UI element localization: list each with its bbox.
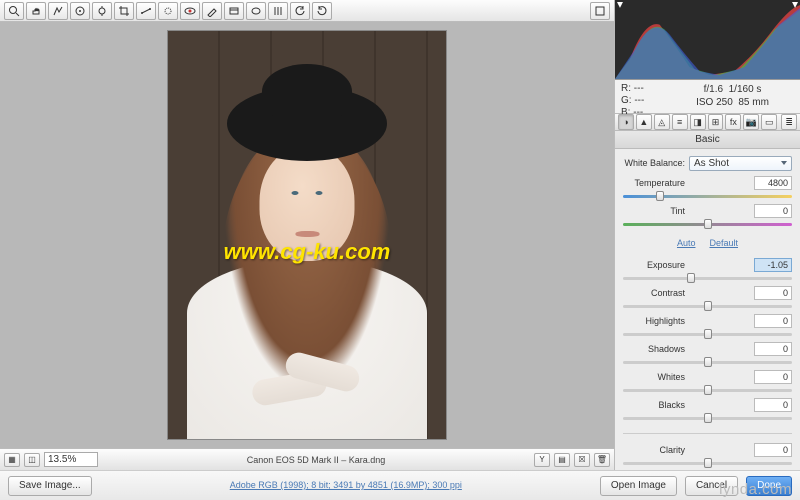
image-canvas[interactable]: www.cg-ku.com <box>0 22 614 448</box>
radial-filter-icon[interactable] <box>246 2 266 20</box>
delete-icon[interactable]: 🗑 <box>594 453 610 467</box>
graduated-filter-icon[interactable] <box>224 2 244 20</box>
white-balance-tool-icon[interactable] <box>48 2 68 20</box>
slider-contrast[interactable] <box>623 299 792 313</box>
panel-tabs: ◑ ▲ ◬ ≡ ◨ ⊞ fx 📷 ▭ ≣ <box>615 114 800 131</box>
tab-curve-icon[interactable]: ▲ <box>636 114 652 130</box>
slider-value[interactable]: 0 <box>754 204 792 218</box>
slider-label: Exposure <box>623 260 685 270</box>
slider-value[interactable]: 0 <box>754 443 792 457</box>
white-balance-select[interactable]: As Shot <box>689 156 792 171</box>
top-toolbar <box>0 0 614 22</box>
default-link[interactable]: Default <box>709 238 738 248</box>
save-image-button[interactable]: Save Image... <box>8 476 92 496</box>
filter-y-icon[interactable]: Y <box>534 453 550 467</box>
crop-tool-icon[interactable] <box>114 2 134 20</box>
mark-select-icon[interactable] <box>590 2 610 20</box>
auto-link[interactable]: Auto <box>677 238 696 248</box>
tab-detail-icon[interactable]: ◬ <box>654 114 670 130</box>
open-image-button[interactable]: Open Image <box>600 476 677 496</box>
histogram[interactable] <box>615 0 800 80</box>
adjustment-brush-icon[interactable] <box>202 2 222 20</box>
slider-exposure[interactable] <box>623 271 792 285</box>
slider-label: Blacks <box>623 400 685 410</box>
filter-x-icon[interactable]: ☒ <box>574 453 590 467</box>
slider-value[interactable]: 0 <box>754 342 792 356</box>
straighten-tool-icon[interactable] <box>136 2 156 20</box>
slider-value[interactable]: 0 <box>754 314 792 328</box>
tab-presets-icon[interactable]: ▭ <box>761 114 777 130</box>
filmstrip-toggle-icon[interactable]: ▦ <box>4 453 20 467</box>
red-eye-tool-icon[interactable] <box>180 2 200 20</box>
slider-shadows[interactable] <box>623 355 792 369</box>
color-sampler-tool-icon[interactable] <box>70 2 90 20</box>
slider-tint[interactable] <box>623 217 792 231</box>
rotate-cw-icon[interactable] <box>312 2 332 20</box>
camera-filename-label: Canon EOS 5D Mark II – Kara.dng <box>102 455 530 465</box>
workflow-options-link[interactable]: Adobe RGB (1998); 8 bit; 3491 by 4851 (1… <box>230 480 462 490</box>
filter-grid-icon[interactable]: ▤ <box>554 453 570 467</box>
rgb-readout: R: --- G: --- B: --- f/1.6 1/160 s ISO 2… <box>615 80 800 114</box>
zoom-level-select[interactable]: 13.5% <box>44 452 98 467</box>
spot-removal-tool-icon[interactable] <box>158 2 178 20</box>
slider-temperature[interactable] <box>623 189 792 203</box>
rotate-ccw-icon[interactable] <box>290 2 310 20</box>
hand-tool-icon[interactable] <box>26 2 46 20</box>
tab-lens-icon[interactable]: ⊞ <box>708 114 724 130</box>
watermark-text: www.cg-ku.com <box>224 239 391 265</box>
brand-watermark: lynda.com <box>719 481 792 498</box>
panel-menu-icon[interactable]: ≣ <box>781 114 797 130</box>
tab-fx-icon[interactable]: fx <box>725 114 741 130</box>
slider-value[interactable]: 0 <box>754 398 792 412</box>
slider-label: Shadows <box>623 344 685 354</box>
slider-label: Clarity <box>623 445 685 455</box>
slider-value[interactable]: 0 <box>754 370 792 384</box>
tab-basic-icon[interactable]: ◑ <box>618 114 634 130</box>
slider-value[interactable]: -1.05 <box>754 258 792 272</box>
slider-blacks[interactable] <box>623 411 792 425</box>
slider-whites[interactable] <box>623 383 792 397</box>
slider-label: Tint <box>623 206 685 216</box>
compare-toggle-icon[interactable]: ◫ <box>24 453 40 467</box>
slider-label: Whites <box>623 372 685 382</box>
basic-panel-header: Basic <box>615 131 800 149</box>
slider-label: Contrast <box>623 288 685 298</box>
tab-hsl-icon[interactable]: ≡ <box>672 114 688 130</box>
zoom-tool-icon[interactable] <box>4 2 24 20</box>
tab-camera-icon[interactable]: 📷 <box>743 114 759 130</box>
bottom-toolbar: ▦ ◫ 13.5% Canon EOS 5D Mark II – Kara.dn… <box>0 448 614 470</box>
target-adjust-tool-icon[interactable] <box>92 2 112 20</box>
slider-label: Temperature <box>623 178 685 188</box>
wb-label: White Balance: <box>623 158 685 168</box>
preferences-icon[interactable] <box>268 2 288 20</box>
slider-label: Highlights <box>623 316 685 326</box>
basic-panel: White Balance: As Shot Temperature 4800 T… <box>615 149 800 470</box>
preview-image <box>167 30 447 440</box>
tab-split-icon[interactable]: ◨ <box>690 114 706 130</box>
dialog-footer: Save Image... Adobe RGB (1998); 8 bit; 3… <box>0 470 800 500</box>
slider-value[interactable]: 4800 <box>754 176 792 190</box>
slider-highlights[interactable] <box>623 327 792 341</box>
slider-clarity[interactable] <box>623 456 792 470</box>
slider-value[interactable]: 0 <box>754 286 792 300</box>
